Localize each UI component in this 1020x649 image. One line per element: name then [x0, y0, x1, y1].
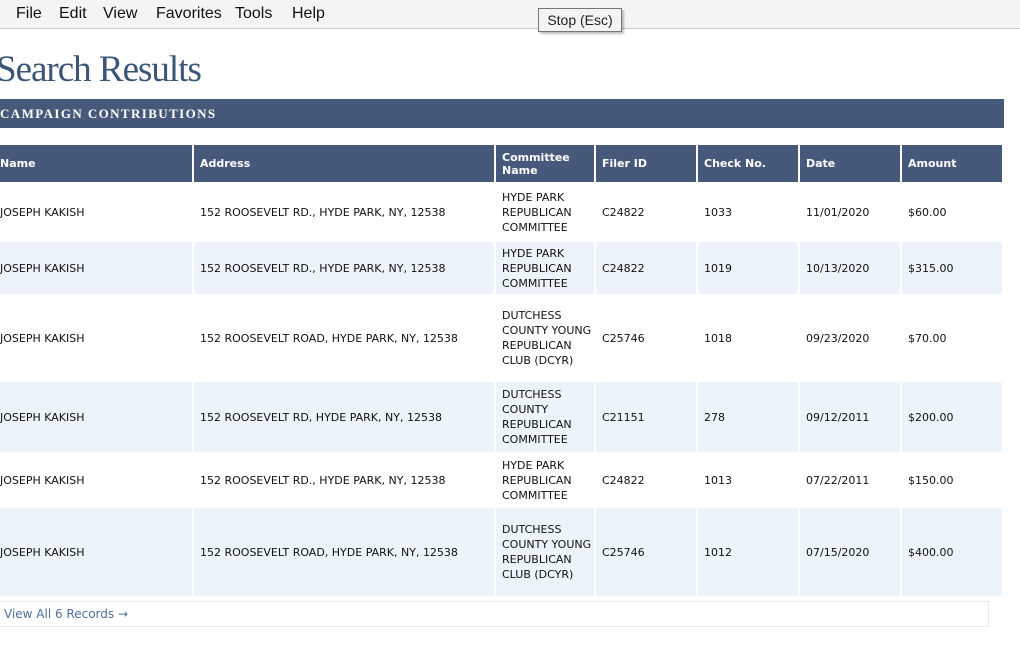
column-header-amount[interactable]: Amount [902, 145, 1002, 182]
menu-help[interactable]: Help [292, 5, 325, 23]
table-row: JOSEPH KAKISH 152 ROOSEVELT RD., HYDE PA… [0, 242, 1002, 294]
table-row: JOSEPH KAKISH 152 ROOSEVELT RD., HYDE PA… [0, 452, 1002, 508]
cell-date: 10/13/2020 [800, 242, 900, 294]
cell-address: 152 ROOSEVELT RD., HYDE PARK, NY, 12538 [200, 205, 446, 219]
cell-filer-id: C24822 [596, 242, 696, 294]
cell-date: 07/22/2011 [806, 473, 870, 487]
menu-file[interactable]: File [16, 5, 42, 23]
column-header-date[interactable]: Date [800, 145, 900, 182]
cell-name: JOSEPH KAKISH [0, 382, 192, 452]
table-row: JOSEPH KAKISH 152 ROOSEVELT RD., HYDE PA… [0, 182, 1002, 242]
cell-address: 152 ROOSEVELT RD., HYDE PARK, NY, 12538 [200, 473, 446, 487]
cell-committee: HYDE PARK REPUBLICAN COMMITTEE [496, 242, 594, 294]
column-header-check-no[interactable]: Check No. [698, 145, 798, 182]
cell-committee: DUTCHESS COUNTY YOUNG REPUBLICAN CLUB (D… [496, 508, 594, 596]
table-row: JOSEPH KAKISH 152 ROOSEVELT ROAD, HYDE P… [0, 294, 1002, 382]
cell-filer-id: C24822 [602, 473, 645, 487]
menu-favorites[interactable]: Favorites [156, 5, 222, 23]
cell-date: 09/12/2011 [800, 382, 900, 452]
cell-check-no: 1019 [698, 242, 798, 294]
contributions-table: Name Address Committee Name Filer ID Che… [0, 145, 1004, 596]
section-header: CAMPAIGN CONTRIBUTIONS [0, 99, 1004, 128]
cell-committee: DUTCHESS COUNTY YOUNG REPUBLICAN CLUB (D… [502, 309, 592, 367]
view-all-footer: View All 6 Records → [0, 601, 989, 627]
column-header-address[interactable]: Address [194, 145, 494, 182]
cell-date: 11/01/2020 [806, 205, 870, 219]
cell-address: 152 ROOSEVELT RD., HYDE PARK, NY, 12538 [194, 242, 494, 294]
cell-date: 09/23/2020 [806, 331, 870, 345]
cell-amount: $400.00 [902, 508, 1002, 596]
menu-view[interactable]: View [103, 5, 137, 23]
stop-tooltip: Stop (Esc) [538, 8, 622, 32]
cell-check-no: 278 [698, 382, 798, 452]
cell-date: 07/15/2020 [800, 508, 900, 596]
menu-bar: File Edit View Favorites Tools Help [0, 0, 1020, 29]
menu-edit[interactable]: Edit [59, 5, 87, 23]
column-header-committee[interactable]: Committee Name [496, 145, 594, 182]
column-header-filer-id[interactable]: Filer ID [596, 145, 696, 182]
cell-filer-id: C21151 [596, 382, 696, 452]
cell-check-no: 1012 [698, 508, 798, 596]
cell-amount: $70.00 [908, 331, 947, 345]
view-all-records-link[interactable]: View All 6 Records → [4, 607, 128, 621]
cell-name: JOSEPH KAKISH [0, 473, 85, 487]
cell-check-no: 1013 [704, 473, 732, 487]
menu-tools[interactable]: Tools [235, 5, 272, 23]
cell-name: JOSEPH KAKISH [0, 331, 85, 345]
cell-name: JOSEPH KAKISH [0, 205, 85, 219]
cell-committee: HYDE PARK REPUBLICAN COMMITTEE [502, 190, 572, 234]
table-header-row: Name Address Committee Name Filer ID Che… [0, 145, 1002, 182]
cell-name: JOSEPH KAKISH [0, 508, 192, 596]
cell-committee: DUTCHESS COUNTY REPUBLICAN COMMITTEE [496, 382, 594, 452]
cell-address: 152 ROOSEVELT RD, HYDE PARK, NY, 12538 [194, 382, 494, 452]
cell-name: JOSEPH KAKISH [0, 242, 192, 294]
cell-filer-id: C25746 [602, 331, 645, 345]
cell-check-no: 1033 [704, 205, 732, 219]
table-row: JOSEPH KAKISH 152 ROOSEVELT ROAD, HYDE P… [0, 508, 1002, 596]
cell-amount: $150.00 [908, 473, 954, 487]
section-title: CAMPAIGN CONTRIBUTIONS [0, 106, 217, 121]
page-title: Search Results [0, 49, 202, 90]
cell-amount: $315.00 [902, 242, 1002, 294]
cell-filer-id: C24822 [602, 205, 645, 219]
cell-check-no: 1018 [704, 331, 732, 345]
cell-filer-id: C25746 [596, 508, 696, 596]
cell-address: 152 ROOSEVELT ROAD, HYDE PARK, NY, 12538 [200, 331, 458, 345]
cell-address: 152 ROOSEVELT ROAD, HYDE PARK, NY, 12538 [194, 508, 494, 596]
table-row: JOSEPH KAKISH 152 ROOSEVELT RD, HYDE PAR… [0, 382, 1002, 452]
cell-amount: $60.00 [908, 205, 947, 219]
cell-committee: HYDE PARK REPUBLICAN COMMITTEE [502, 458, 572, 502]
column-header-name[interactable]: Name [0, 145, 192, 182]
cell-amount: $200.00 [902, 382, 1002, 452]
